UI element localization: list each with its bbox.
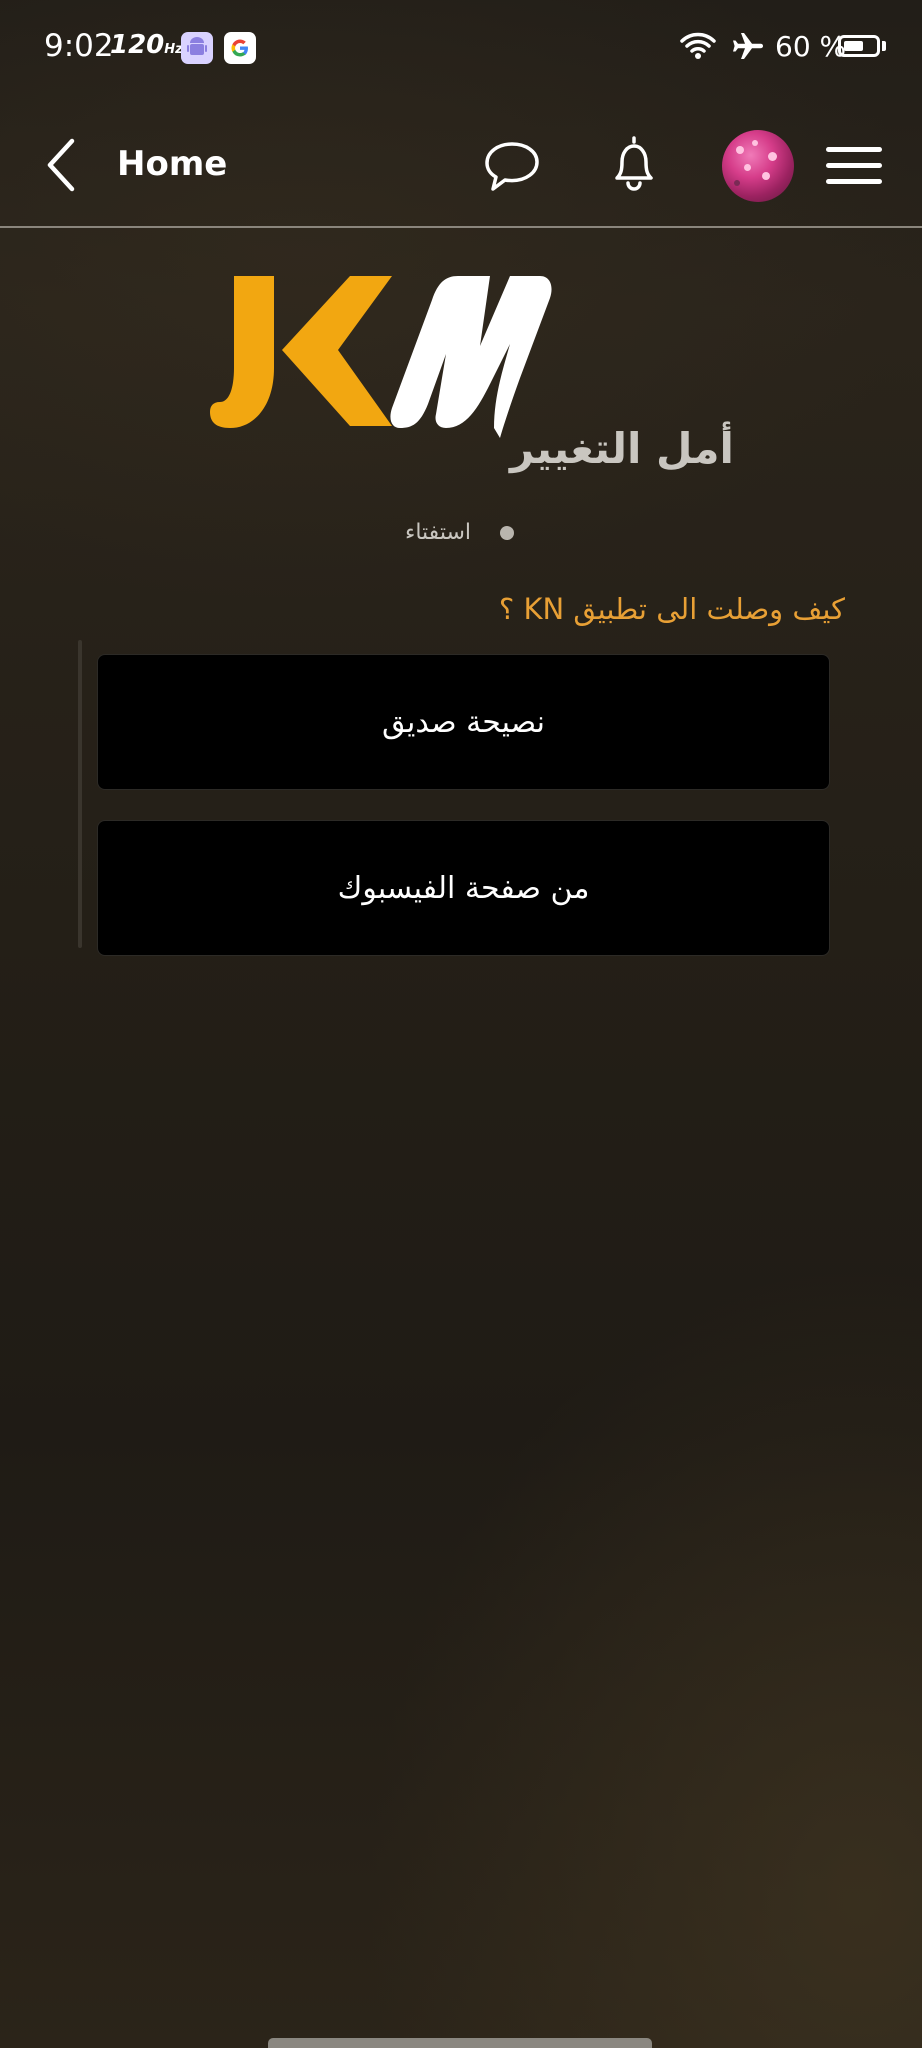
logo-tagline: أمل التغيير: [510, 424, 734, 473]
chat-bubble-icon: [485, 142, 539, 191]
android-icon: [181, 32, 213, 64]
poll-option-label: نصيحة صديق: [382, 704, 545, 740]
notifications-button[interactable]: [604, 132, 664, 196]
refresh-rate-unit: Hz: [164, 42, 183, 57]
refresh-rate-value: 120: [110, 30, 165, 60]
back-button[interactable]: [40, 135, 86, 195]
home-indicator[interactable]: [268, 2038, 652, 2048]
poll-question: كيف وصلت الى تطبيق KN ؟: [498, 592, 845, 626]
header-divider: [0, 226, 922, 228]
status-time: 9:02: [44, 28, 114, 64]
page-title: Home: [117, 144, 228, 184]
refresh-rate-indicator: 120Hz: [110, 30, 183, 60]
poll-option-facebook-page[interactable]: من صفحة الفيسبوك: [97, 820, 830, 956]
poll-option-friend-advice[interactable]: نصيحة صديق: [97, 654, 830, 790]
battery-icon: [838, 35, 880, 57]
options-rail: [78, 640, 82, 948]
bell-icon: [615, 136, 653, 191]
back-chevron-icon: [47, 138, 75, 192]
wifi-icon: [679, 30, 717, 66]
avatar[interactable]: [722, 130, 794, 202]
poll-type-label: استفتاء: [405, 520, 471, 545]
airplane-mode-icon: [731, 30, 765, 66]
battery-tip: [882, 41, 886, 51]
poll-option-label: من صفحة الفيسبوك: [337, 870, 590, 906]
google-icon: [224, 32, 256, 64]
poll-type-bullet: [500, 526, 514, 540]
messages-button[interactable]: [482, 136, 542, 196]
hamburger-menu-button[interactable]: [826, 144, 884, 188]
battery-percentage: 60 %: [775, 30, 847, 63]
